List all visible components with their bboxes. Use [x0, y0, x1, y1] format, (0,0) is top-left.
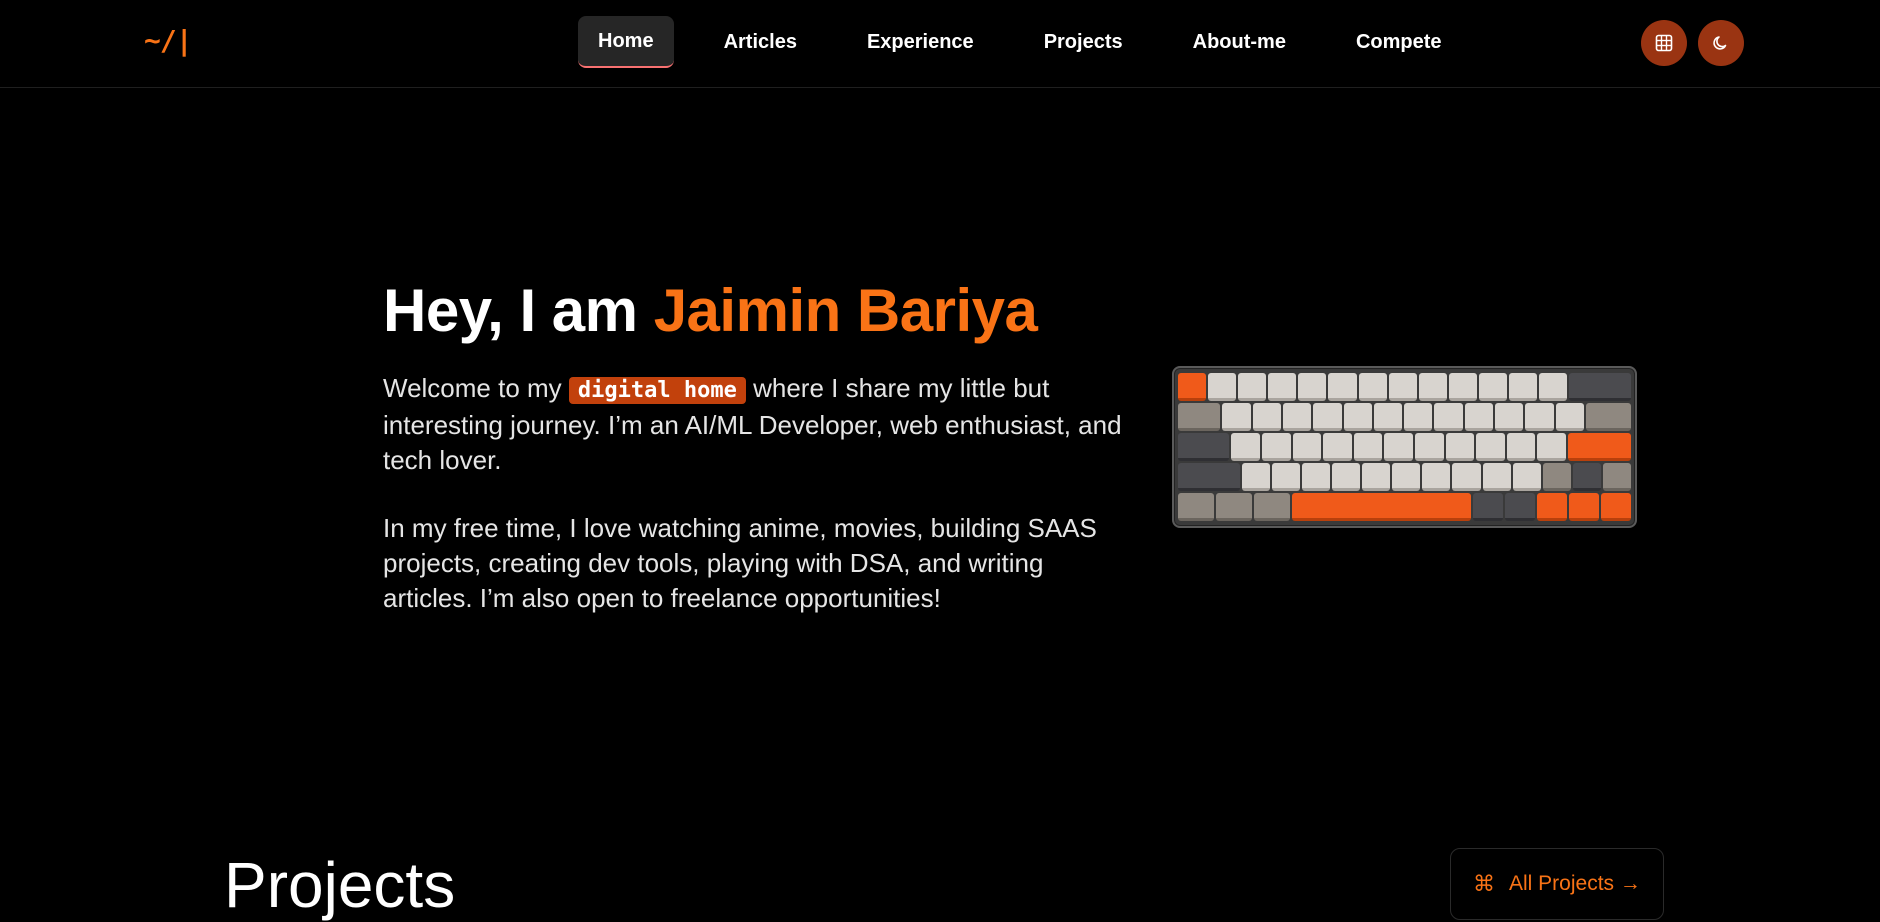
moon-icon: [1713, 36, 1727, 50]
grid-icon: [1655, 34, 1673, 52]
layout-toggle-button[interactable]: [1641, 20, 1687, 66]
intro-text-before: Welcome to my: [383, 373, 562, 403]
nav-experience[interactable]: Experience: [847, 16, 994, 68]
all-projects-label: All Projects →: [1509, 872, 1641, 895]
nav-compete[interactable]: Compete: [1336, 16, 1462, 68]
keyboard-image: [1172, 366, 1637, 528]
top-navbar: ~/| Home Articles Experience Projects Ab…: [0, 0, 1880, 88]
projects-section-title: Projects: [224, 849, 456, 921]
main-nav: Home Articles Experience Projects About-…: [578, 16, 1462, 68]
nav-projects[interactable]: Projects: [1024, 16, 1143, 68]
site-logo[interactable]: ~/|: [144, 24, 193, 57]
command-icon: ⌘: [1473, 871, 1495, 896]
all-projects-button[interactable]: ⌘ All Projects →: [1450, 848, 1664, 920]
hero-name: Jaimin Bariya: [653, 277, 1038, 344]
hero-free-time-paragraph: In my free time, I love watching anime, …: [383, 513, 1097, 613]
hero-heading: Hey, I am Jaimin Bariya: [383, 276, 1038, 345]
nav-articles[interactable]: Articles: [704, 16, 817, 68]
nav-about-me[interactable]: About-me: [1173, 16, 1306, 68]
theme-toggle-button[interactable]: [1698, 20, 1744, 66]
nav-home[interactable]: Home: [578, 16, 674, 68]
hero-greeting: Hey, I am: [383, 277, 638, 344]
hero-intro-paragraph: Welcome to my digital home where I share…: [383, 371, 1123, 478]
digital-home-highlight: digital home: [568, 377, 746, 404]
